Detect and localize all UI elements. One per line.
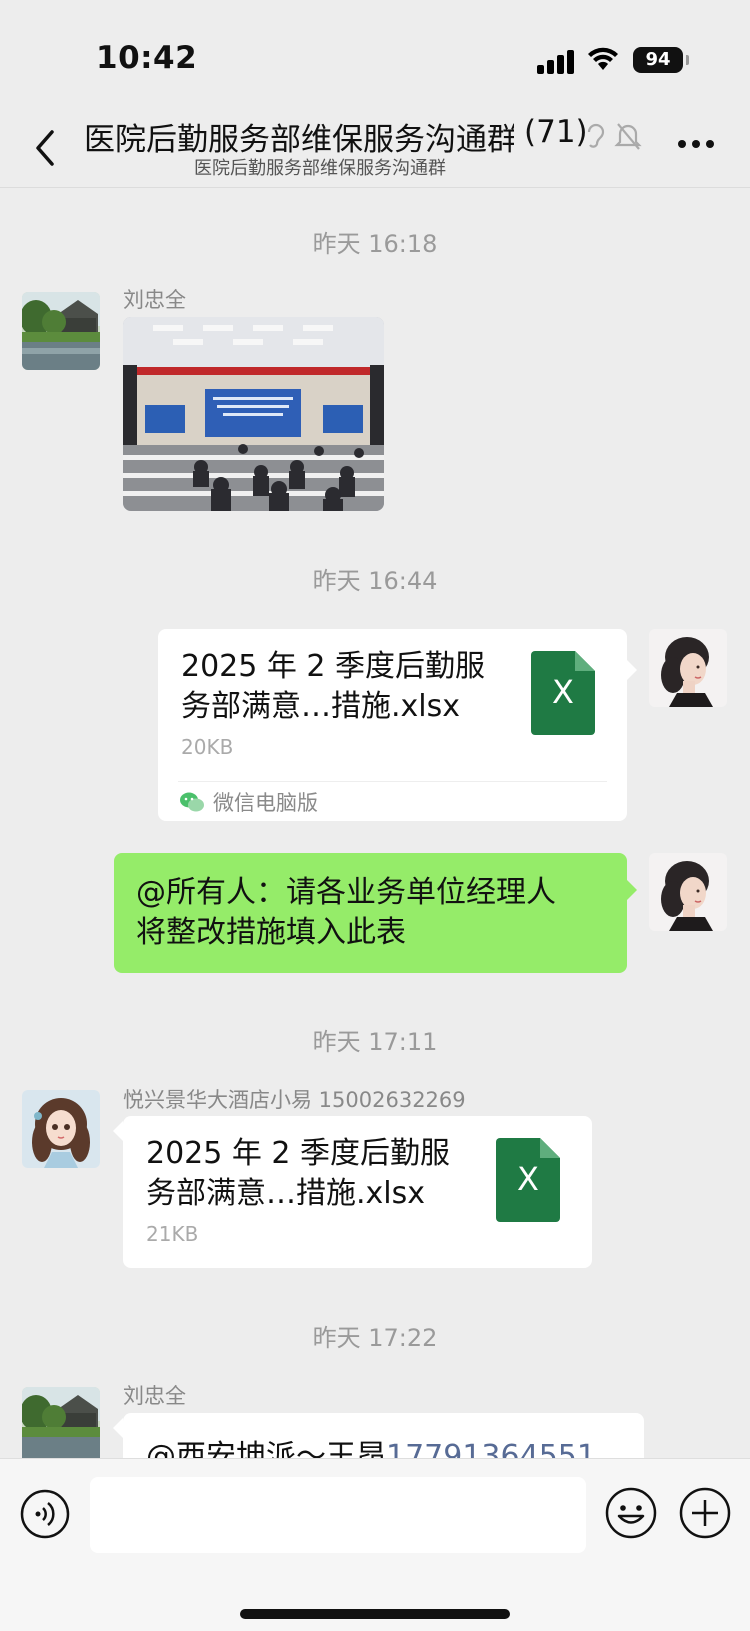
message-input[interactable]: [90, 1477, 586, 1553]
home-indicator: [240, 1609, 510, 1619]
member-count: (71): [524, 114, 588, 150]
conference-photo: [123, 317, 384, 511]
ear-icon: [587, 123, 605, 148]
file-name-line2: 务部满意…措施.xlsx: [181, 689, 461, 724]
timestamp: 昨天 16:44: [312, 567, 438, 595]
landscape-avatar-image: [22, 1387, 100, 1465]
status-time: 10:42: [96, 40, 198, 76]
message-line1: @所有人：请各业务单位经理人: [136, 875, 556, 910]
timestamp: 昨天 16:18: [312, 230, 438, 258]
girl-avatar-image: [22, 1090, 100, 1168]
file-name-line1: 2025 年 2 季度后勤服: [181, 649, 486, 684]
status-bar: 10:42 94: [0, 0, 750, 110]
timestamp: 昨天 17:11: [312, 1028, 438, 1056]
chat-subtitle: 医院后勤服务部维保服务沟通群: [194, 158, 446, 179]
wifi-icon: [588, 47, 618, 70]
emoji-icon[interactable]: [605, 1487, 657, 1539]
plus-icon[interactable]: [679, 1487, 731, 1539]
voice-input-icon[interactable]: [20, 1489, 70, 1539]
bubble-tail: [113, 1418, 123, 1438]
avatar[interactable]: [649, 853, 727, 931]
avatar[interactable]: [649, 629, 727, 707]
card-divider: [178, 781, 607, 782]
sender-name: 刘忠全: [123, 288, 186, 312]
source-label: 微信电脑版: [213, 791, 318, 815]
image-message[interactable]: [123, 317, 384, 511]
bubble-tail: [627, 880, 637, 900]
back-arrow-icon[interactable]: [28, 126, 60, 170]
landscape-avatar-image: [22, 292, 100, 370]
mute-bell-icon: [614, 123, 642, 150]
sender-name: 刘忠全: [123, 1384, 186, 1408]
portrait-avatar-image: [649, 853, 727, 931]
file-message-card[interactable]: 2025 年 2 季度后勤服 务部满意…措施.xlsx 21KB X: [123, 1116, 592, 1268]
file-size: 20KB: [181, 735, 234, 759]
chat-title[interactable]: 医院后勤服务部维保服务沟通群: [84, 114, 514, 159]
avatar[interactable]: [22, 1090, 100, 1168]
avatar[interactable]: [22, 292, 100, 370]
timestamp: 昨天 17:22: [312, 1324, 438, 1352]
file-name-line1: 2025 年 2 季度后勤服: [146, 1136, 451, 1171]
portrait-avatar-image: [649, 629, 727, 707]
input-bar: [0, 1458, 750, 1631]
sender-name: 悦兴景华大酒店小易 15002632269: [123, 1088, 466, 1112]
wechat-logo-icon: [180, 792, 204, 812]
bubble-tail: [627, 660, 637, 680]
sent-text-message[interactable]: @所有人：请各业务单位经理人 将整改措施填入此表: [114, 853, 627, 973]
file-name-line2: 务部满意…措施.xlsx: [146, 1176, 426, 1211]
bubble-tail: [113, 1121, 123, 1141]
file-message-card[interactable]: 2025 年 2 季度后勤服 务部满意…措施.xlsx 20KB X 微信电脑版: [158, 629, 627, 821]
excel-icon-letter: X: [517, 1160, 539, 1198]
cellular-signal-icon: [537, 50, 577, 74]
avatar[interactable]: [22, 1387, 100, 1465]
file-size: 21KB: [146, 1222, 199, 1246]
battery-icon: 94: [633, 47, 689, 73]
more-options-icon[interactable]: [678, 140, 718, 150]
excel-icon-letter: X: [552, 673, 574, 711]
chat-header: 医院后勤服务部维保服务沟通群 (71) 医院后勤服务部维保服务沟通群: [0, 110, 750, 188]
message-line2: 将整改措施填入此表: [136, 915, 406, 950]
